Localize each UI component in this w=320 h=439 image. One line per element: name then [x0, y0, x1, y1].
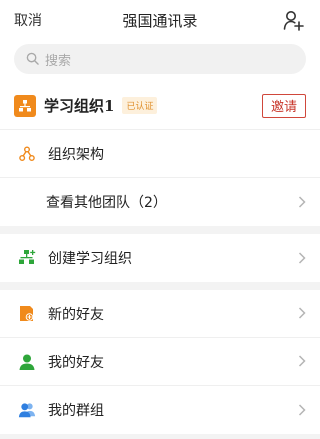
chevron-right-icon	[298, 193, 306, 212]
other-teams-label: 查看其他团队（2）	[46, 195, 167, 211]
org-structure-label: 组织架构	[48, 146, 104, 163]
add-user-icon[interactable]	[282, 8, 306, 32]
invite-button[interactable]: 邀请	[262, 93, 306, 118]
chevron-right-icon	[298, 304, 306, 323]
my-friends-item[interactable]: 我的好友	[0, 338, 320, 386]
chevron-right-icon	[298, 401, 306, 420]
my-friends-label: 我的好友	[48, 354, 104, 371]
org-header-row[interactable]: 学习组织1 已认证 邀请	[0, 82, 320, 130]
org-structure-item[interactable]: 组织架构	[0, 130, 320, 178]
org-chart-icon	[14, 94, 36, 117]
search-placeholder: 搜索	[45, 53, 72, 69]
page-title: 强国通讯录	[122, 11, 198, 30]
chevron-right-icon	[298, 352, 306, 371]
cancel-button[interactable]: 取消	[14, 10, 42, 30]
create-org-item[interactable]: 创建学习组织	[0, 234, 320, 282]
section-divider	[0, 282, 320, 290]
verified-badge: 已认证	[122, 97, 158, 114]
search-icon	[26, 50, 39, 69]
search-container: 搜索	[0, 40, 320, 82]
search-input[interactable]: 搜索	[14, 44, 306, 74]
hierarchy-icon	[18, 145, 36, 163]
org-name: 学习组织1	[44, 97, 115, 115]
section-divider	[0, 226, 320, 234]
new-friends-item[interactable]: 新的好友	[0, 290, 320, 338]
friend-icon	[18, 353, 36, 371]
bottom-divider	[0, 434, 320, 439]
create-org-label: 创建学习组织	[48, 251, 132, 267]
new-friends-label: 新的好友	[48, 306, 104, 323]
top-bar: 取消 强国通讯录	[0, 0, 320, 40]
other-teams-item[interactable]: 查看其他团队（2）	[0, 178, 320, 226]
create-org-icon	[18, 249, 36, 267]
chevron-right-icon	[298, 249, 306, 268]
my-groups-label: 我的群组	[48, 403, 104, 419]
group-icon	[18, 401, 36, 419]
my-groups-item[interactable]: 我的群组	[0, 386, 320, 434]
new-friend-icon	[18, 305, 36, 323]
